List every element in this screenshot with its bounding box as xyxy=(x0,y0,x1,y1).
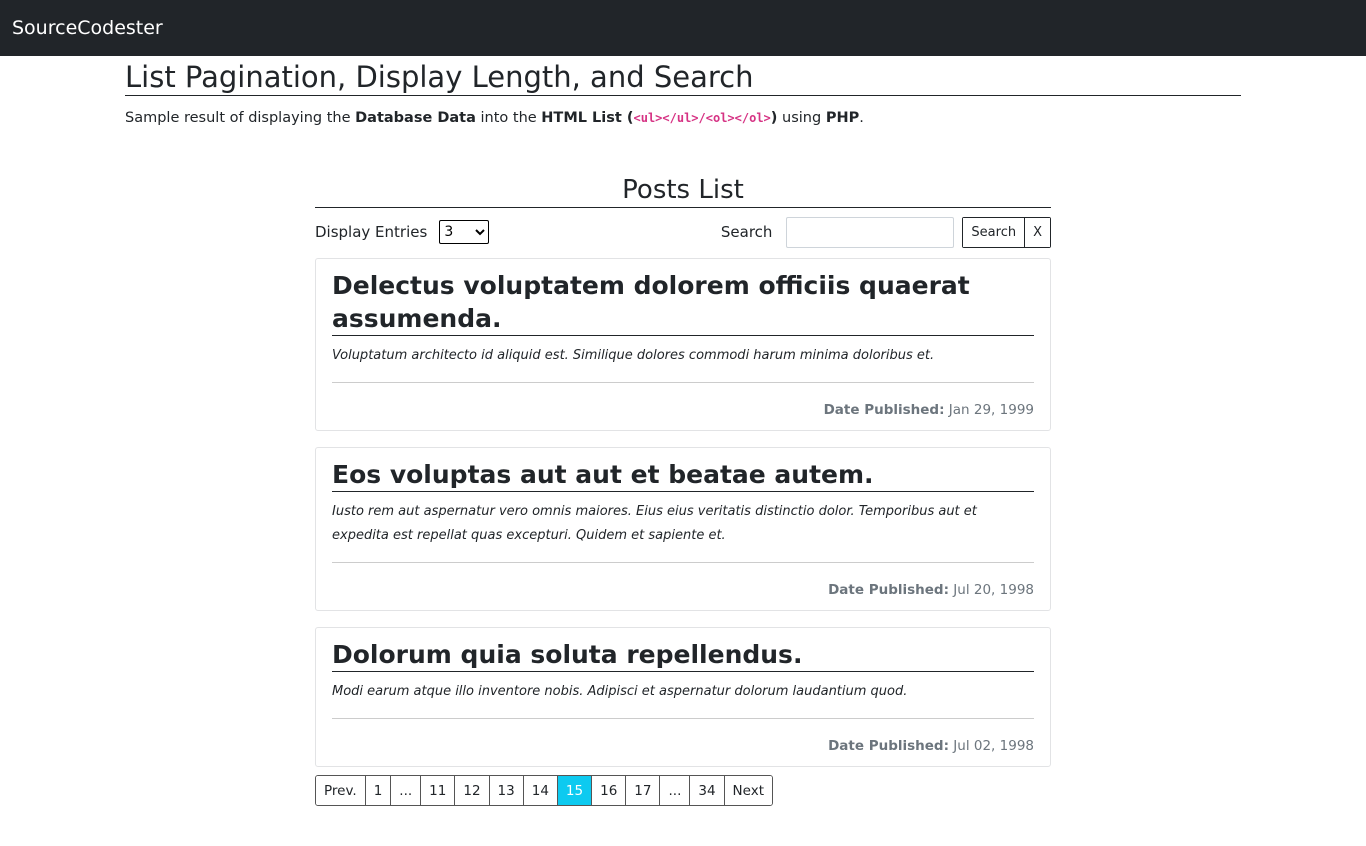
display-entries: Display Entries 3 xyxy=(315,220,490,244)
date-label: Date Published: xyxy=(828,738,949,754)
page-link[interactable]: 17 xyxy=(625,776,660,805)
display-entries-select[interactable]: 3 xyxy=(439,220,490,244)
page-link[interactable]: 14 xyxy=(522,776,557,805)
post-date: Date Published: Jul 20, 1998 xyxy=(332,580,1034,600)
page-link[interactable]: 12 xyxy=(454,776,489,805)
posts-list-title: Posts List xyxy=(315,174,1051,208)
subtitle-text: Sample result of displaying the xyxy=(125,110,356,126)
pagination: Prev. 1 ... 11 12 13 14 15 16 17 ... 34 … xyxy=(315,775,773,806)
page-prev-button[interactable]: Prev. xyxy=(316,776,365,805)
subtitle-bold: PHP xyxy=(825,110,860,126)
search-input[interactable] xyxy=(786,216,955,248)
page-link-active[interactable]: 15 xyxy=(556,776,592,805)
subtitle-bold-text: HTML List xyxy=(541,110,622,126)
post-date: Date Published: Jan 29, 1999 xyxy=(332,400,1034,420)
date-label: Date Published: xyxy=(823,402,945,418)
list-controls: Display Entries 3 Search Search X xyxy=(315,216,1051,248)
page-link[interactable]: 11 xyxy=(420,776,455,805)
subtitle-text: into the xyxy=(475,110,542,126)
date-value: Jul 20, 1998 xyxy=(953,582,1034,598)
page-link[interactable]: 1 xyxy=(364,776,391,805)
page-next-button[interactable]: Next xyxy=(723,776,772,805)
post-body: Iusto rem aut aspernatur vero omnis maio… xyxy=(332,500,1034,563)
post-body: Voluptatum architecto id aliquid est. Si… xyxy=(332,344,1034,383)
subtitle-bold: HTML List (<ul></ul>/<ol></ol>) xyxy=(541,110,777,126)
page-subtitle: Sample result of displaying the Database… xyxy=(125,108,1241,128)
post-item: Delectus voluptatem dolorem officiis qua… xyxy=(315,258,1051,431)
search-form: Search Search X xyxy=(720,216,1051,248)
date-label: Date Published: xyxy=(828,582,949,598)
date-value: Jan 29, 1999 xyxy=(948,402,1034,418)
date-value: Jul 02, 1998 xyxy=(953,738,1034,754)
page-ellipsis: ... xyxy=(390,776,421,805)
post-body: Modi earum atque illo inventore nobis. A… xyxy=(332,680,1034,719)
post-title: Eos voluptas aut aut et beatae autem. xyxy=(332,458,1034,492)
page-title: List Pagination, Display Length, and Sea… xyxy=(125,60,1241,96)
page-ellipsis: ... xyxy=(659,776,690,805)
subtitle-text: . xyxy=(859,110,864,126)
clear-search-button[interactable]: X xyxy=(1024,217,1050,247)
subtitle-text: using xyxy=(777,110,826,126)
subtitle-code: <ul></ul>/<ol></ol> xyxy=(633,111,771,125)
page-link[interactable]: 16 xyxy=(591,776,626,805)
page-link[interactable]: 34 xyxy=(689,776,724,805)
page-link[interactable]: 13 xyxy=(488,776,523,805)
search-label: Search xyxy=(720,223,773,241)
posts-panel: Posts List Display Entries 3 Search Sear… xyxy=(315,174,1051,806)
brand-link[interactable]: SourceCodester xyxy=(12,17,163,39)
main-container: List Pagination, Display Length, and Sea… xyxy=(125,56,1241,806)
subtitle-bold: Database Data xyxy=(355,110,476,126)
search-button-group: Search X xyxy=(962,216,1051,248)
search-button[interactable]: Search xyxy=(963,217,1025,247)
subtitle-bold-text: ( xyxy=(621,110,634,126)
post-title: Delectus voluptatem dolorem officiis qua… xyxy=(332,269,1034,336)
navbar: SourceCodester xyxy=(0,0,1366,56)
post-item: Dolorum quia soluta repellendus. Modi ea… xyxy=(315,627,1051,767)
display-entries-label: Display Entries xyxy=(315,223,428,241)
post-title: Dolorum quia soluta repellendus. xyxy=(332,638,1034,672)
post-item: Eos voluptas aut aut et beatae autem. Iu… xyxy=(315,447,1051,611)
post-date: Date Published: Jul 02, 1998 xyxy=(332,736,1034,756)
